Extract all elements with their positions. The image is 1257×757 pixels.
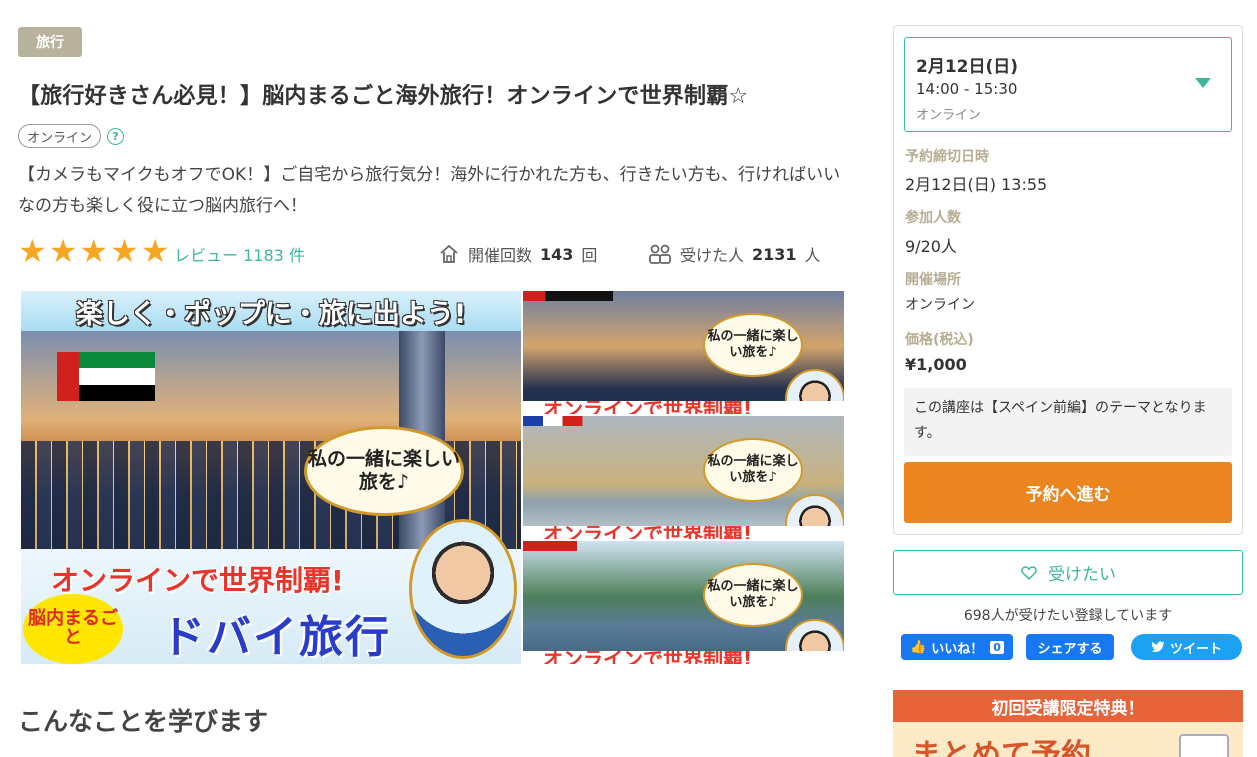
promo-banner[interactable]: 初回受講限定特典！ まとめて予約: [893, 690, 1243, 757]
venue-label: 開催場所: [905, 272, 961, 288]
section-title: こんなことを学びます: [18, 707, 269, 736]
flag-icon: [523, 291, 613, 301]
online-tag: オンライン: [18, 124, 102, 148]
stats-row: ★ ★ ★ ★ ★ レビュー 1183 件 開催回数 143 回 受けた人 21…: [18, 234, 843, 268]
capacity-label: 参加人数: [905, 210, 961, 226]
deadline-value: 2月12日(日) 13:55: [905, 175, 1048, 194]
category-badge[interactable]: 旅行: [18, 27, 82, 57]
hero-speech-bubble: 私の一緒に楽しい旅を♪: [304, 426, 464, 516]
hero-title-line1: オンラインで世界制覇!: [51, 564, 344, 597]
hero-image[interactable]: 楽しく・ポップに・旅に出よう! 私の一緒に楽しい旅を♪ オンラインで世界制覇! …: [21, 291, 521, 664]
theme-note: この講座は【スペイン前編】のテーマとなります。: [904, 388, 1232, 456]
price-label: 価格(税込): [905, 332, 974, 348]
like-count: 0: [990, 640, 1004, 654]
time-label: 14:00 - 15:30: [916, 80, 1018, 98]
thumbnail-strip: オンラインで世界制覇!: [523, 401, 844, 414]
star-icon: ★: [79, 232, 109, 270]
like-label: いいね！: [931, 641, 984, 657]
thumbnail-speech-bubble: 私の一緒に楽しい旅を♪: [703, 563, 803, 627]
format-row: オンライン ?: [18, 124, 125, 148]
star-icon: ★: [18, 232, 47, 270]
gallery-thumbnail[interactable]: 私の一緒に楽しい旅を♪ オンラインで世界制覇!: [523, 291, 844, 414]
joined-value: 2131: [752, 244, 797, 264]
deadline-label: 予約締切日時: [905, 149, 989, 165]
instructor-photo: [409, 519, 517, 659]
thumbnail-speech-bubble: 私の一緒に楽しい旅を♪: [703, 438, 803, 502]
hero-banner: 楽しく・ポップに・旅に出よう!: [21, 291, 521, 331]
thumbnail-speech-bubble: 私の一緒に楽しい旅を♪: [703, 313, 803, 377]
joined-unit: 人: [804, 246, 821, 265]
help-icon[interactable]: ?: [107, 127, 125, 145]
joined-label: 受けた人: [680, 246, 745, 265]
joined-count: 受けた人 2131 人: [648, 242, 821, 266]
venue-value: オンライン: [905, 297, 975, 313]
want-label: 受けたい: [1048, 565, 1116, 585]
promo-header: 初回受講限定特典！: [893, 690, 1243, 722]
caret-down-icon[interactable]: [1195, 78, 1211, 88]
date-selector[interactable]: 2月12日(日) 14:00 - 15:30 オンライン: [904, 37, 1232, 132]
capacity-value: 9/20人: [905, 237, 957, 256]
page-title: 【旅行好きさん必見！】脳内まるごと海外旅行！オンラインで世界制覇☆: [18, 84, 749, 109]
calendar-icon: [1179, 734, 1229, 757]
star-icon: ★: [110, 232, 139, 270]
house-icon: [440, 244, 458, 263]
facebook-share-button[interactable]: シェアする: [1026, 634, 1114, 660]
held-value: 143: [540, 244, 574, 264]
twitter-bird-icon: [1151, 641, 1165, 652]
gallery-thumbnail[interactable]: 私の一緒に楽しい旅を♪ オンラインで世界制覇!: [523, 541, 844, 664]
review-link[interactable]: レビュー 1183 件: [174, 242, 305, 266]
tweet-label: ツイート: [1169, 641, 1222, 657]
france-flag-icon: [523, 416, 613, 426]
gallery-thumbnail[interactable]: 私の一緒に楽しい旅を♪ オンラインで世界制覇!: [523, 416, 844, 539]
reserve-button[interactable]: 予約へ進む: [904, 462, 1232, 523]
thumbnail-strip: オンラインで世界制覇!: [523, 651, 844, 664]
tweet-button[interactable]: ツイート: [1131, 634, 1242, 660]
held-count: 開催回数 143 回: [438, 242, 597, 266]
promo-text: まとめて予約: [911, 738, 1091, 757]
want-count: 698人が受けたい登録しています: [963, 608, 1173, 624]
people-icon: [649, 244, 671, 264]
held-unit: 回: [581, 246, 598, 265]
thumbs-up-icon: 👍: [910, 639, 927, 655]
thumbnail-strip: オンラインで世界制覇!: [523, 526, 844, 539]
star-icon: ★: [48, 232, 78, 270]
heart-icon: [1021, 565, 1037, 580]
hero-badge: 脳内まるごと: [23, 594, 123, 664]
hero-title-line2: ドバイ旅行: [161, 612, 391, 663]
austria-flag-icon: [523, 541, 613, 551]
facebook-like-button[interactable]: 👍 いいね！ 0: [901, 634, 1013, 660]
course-description: 【カメラもマイクもオフでOK！】ご自宅から旅行気分！海外に行かれた方も、行きたい…: [18, 165, 841, 216]
held-label: 開催回数: [468, 246, 533, 265]
rating-stars: ★ ★ ★ ★ ★: [18, 234, 169, 268]
uae-flag-icon: [57, 352, 155, 401]
want-button[interactable]: 受けたい: [893, 550, 1243, 595]
date-label: 2月12日(日): [916, 57, 1019, 77]
booking-card: 2月12日(日) 14:00 - 15:30 オンライン 予約締切日時 2月12…: [893, 25, 1243, 535]
price-value: ¥1,000: [905, 355, 967, 374]
star-icon: ★: [140, 232, 170, 270]
place-label: オンライン: [916, 108, 982, 123]
